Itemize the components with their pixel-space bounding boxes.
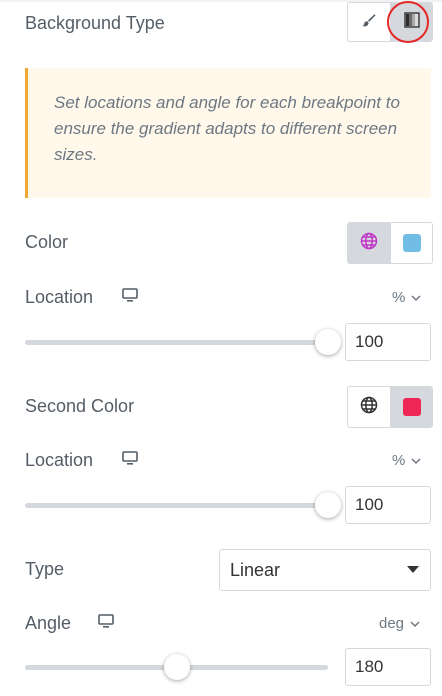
second-color-swatch [402, 398, 421, 416]
location-label: Location [25, 287, 94, 307]
gradient-icon [403, 11, 420, 33]
location-input[interactable]: 100 [345, 323, 431, 361]
color-control [347, 222, 433, 264]
second-color-picker-button[interactable] [390, 387, 432, 427]
angle-slider-handle[interactable] [163, 654, 190, 680]
classic-background-button[interactable] [348, 3, 390, 41]
unit-label: % [392, 289, 406, 306]
color-swatch [402, 234, 421, 252]
desktop-icon[interactable] [122, 451, 138, 466]
globe-icon [360, 396, 378, 419]
location-input[interactable]: 100 [345, 486, 431, 524]
desktop-icon[interactable] [98, 614, 114, 629]
notice-text: Set locations and angle for each breakpo… [54, 93, 400, 164]
gradient-type-value: Linear [230, 559, 281, 580]
caret-down-icon [407, 566, 419, 573]
location-label: Location [25, 450, 94, 470]
angle-label: Angle [25, 613, 72, 633]
location-slider-track[interactable] [25, 340, 328, 345]
location-slider-handle[interactable] [315, 492, 341, 518]
unit-label: deg [379, 615, 405, 632]
color-picker-button[interactable] [390, 223, 432, 263]
location-unit-select[interactable]: % [392, 289, 421, 306]
gradient-notice: Set locations and angle for each breakpo… [25, 68, 431, 198]
color-label: Color [25, 232, 69, 252]
angle-input[interactable]: 180 [345, 648, 431, 686]
location-slider-handle[interactable] [315, 329, 341, 355]
chevron-down-icon [410, 615, 420, 632]
gradient-background-button[interactable] [390, 3, 432, 41]
color-global-button[interactable] [348, 223, 390, 263]
unit-label: % [392, 452, 406, 469]
angle-unit-select[interactable]: deg [379, 615, 420, 632]
chevron-down-icon [411, 452, 421, 469]
globe-icon [360, 232, 378, 255]
location-slider-track[interactable] [25, 503, 328, 508]
desktop-icon[interactable] [122, 288, 138, 303]
gradient-type-select[interactable]: Linear [219, 549, 431, 591]
type-label: Type [25, 559, 65, 579]
background-type-label: Background Type [25, 13, 165, 33]
second-color-global-button[interactable] [348, 387, 390, 427]
location-unit-select[interactable]: % [392, 452, 421, 469]
second-color-control [347, 386, 433, 428]
chevron-down-icon [411, 289, 421, 306]
background-type-toggle [347, 2, 433, 42]
brush-icon [361, 12, 377, 33]
second-color-label: Second Color [25, 396, 135, 416]
